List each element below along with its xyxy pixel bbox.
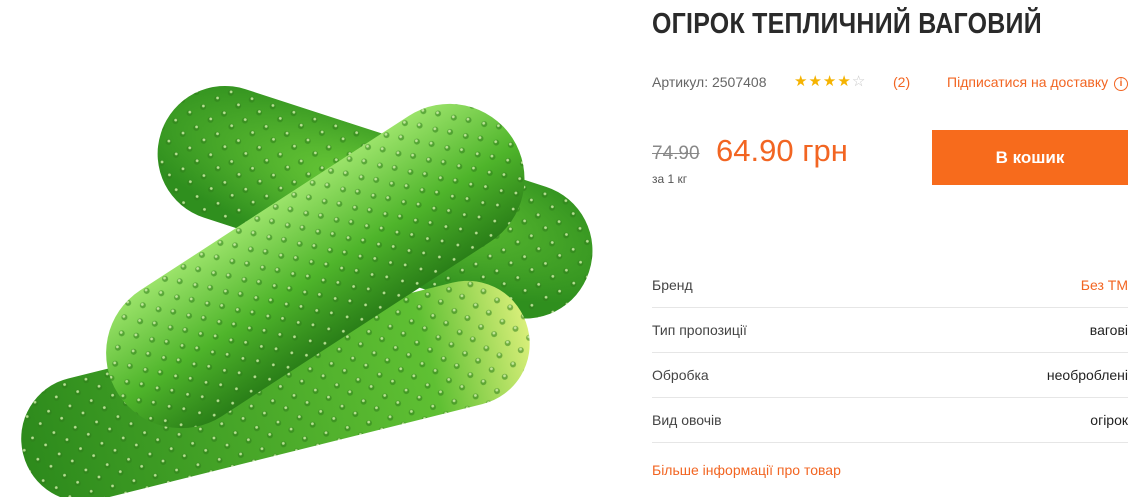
spec-label: Бренд xyxy=(652,277,693,293)
spec-label: Вид овочів xyxy=(652,412,722,428)
current-price: 64.90 грн xyxy=(716,133,848,168)
spec-row-offer-type: Тип пропозиції вагові xyxy=(652,308,1128,353)
price-unit: за 1 кг xyxy=(652,172,688,186)
star-filled-icon: ★ xyxy=(794,73,808,90)
star-empty-icon: ☆ xyxy=(851,73,866,90)
rating-count-link[interactable]: (2) xyxy=(893,74,910,90)
rating-stars[interactable]: ★ ★ ★ ★ ☆ xyxy=(794,72,865,92)
product-title: ОГІРОК ТЕПЛИЧНИЙ ВАГОВИЙ xyxy=(652,8,1042,40)
spec-label: Тип пропозиції xyxy=(652,322,747,338)
spec-value: вагові xyxy=(1089,322,1128,338)
old-price: 74.90 xyxy=(652,143,700,164)
subscribe-delivery-link[interactable]: Підписатися на доставку i xyxy=(947,74,1128,91)
spec-value: огірок xyxy=(1090,412,1128,428)
sku-label: Артикул: 2507408 xyxy=(652,74,767,90)
product-meta: Артикул: 2507408 ★ ★ ★ ★ ☆ (2) Підписатися н… xyxy=(652,72,1128,92)
spec-value: необроблені xyxy=(1046,367,1128,383)
more-info-link[interactable]: Більше інформації про товар xyxy=(652,462,841,478)
subscribe-label: Підписатися на доставку xyxy=(947,74,1109,90)
spec-row-vegetable-type: Вид овочів огірок xyxy=(652,398,1128,443)
star-filled-icon: ★ xyxy=(822,73,837,90)
brand-link[interactable]: Без ТМ xyxy=(1081,277,1128,293)
info-icon[interactable]: i xyxy=(1114,77,1128,91)
spec-row-processing: Обробка необроблені xyxy=(652,353,1128,398)
specs-table: Бренд Без ТМ Тип пропозиції вагові Оброб… xyxy=(652,263,1128,443)
add-to-cart-button[interactable]: В кошик xyxy=(932,130,1128,185)
spec-label: Обробка xyxy=(652,367,709,383)
cucumber-image xyxy=(21,85,593,502)
product-image[interactable] xyxy=(0,0,620,502)
star-filled-icon: ★ xyxy=(837,73,851,90)
star-filled-icon: ★ xyxy=(808,73,822,90)
spec-row-brand: Бренд Без ТМ xyxy=(652,263,1128,308)
